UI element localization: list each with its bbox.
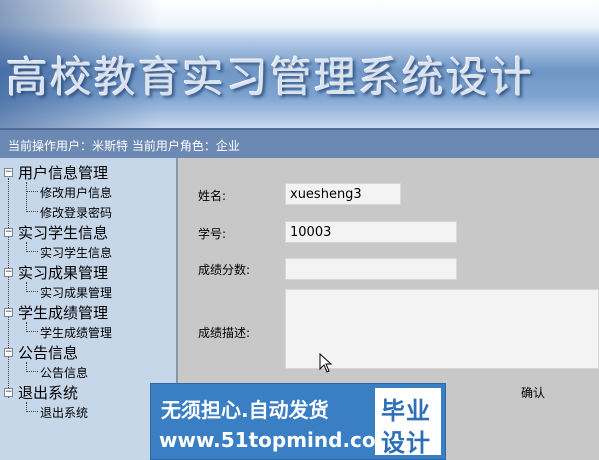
- collapse-toggle-icon[interactable]: −: [4, 168, 13, 177]
- collapse-toggle-icon[interactable]: −: [4, 228, 13, 237]
- tree-branch-line: [26, 371, 38, 372]
- sidebar-group-label[interactable]: 实习成果管理: [18, 262, 108, 283]
- sidebar-item-intern-results[interactable]: 实习成果管理: [40, 284, 112, 301]
- collapse-toggle-icon[interactable]: −: [4, 388, 13, 397]
- tree-branch-line: [26, 291, 38, 292]
- sidebar-item-announcements[interactable]: 公告信息: [40, 364, 88, 381]
- sidebar-item-intern-students[interactable]: 实习学生信息: [40, 244, 112, 261]
- collapse-toggle-icon[interactable]: −: [4, 268, 13, 277]
- watermark-badge-bottom: 设计: [381, 429, 431, 457]
- sidebar-group-label[interactable]: 退出系统: [18, 382, 78, 403]
- sidebar-group-label[interactable]: 学生成绩管理: [18, 302, 108, 323]
- tree-branch-line: [26, 251, 38, 252]
- sidebar-item-logout[interactable]: 退出系统: [40, 404, 88, 421]
- mouse-pointer-icon: [319, 353, 333, 373]
- watermark-ad: 无须担心.自动发货 www.51topmind.com 毕业 设计: [150, 383, 446, 460]
- tree-branch-line: [26, 331, 38, 332]
- collapse-toggle-icon[interactable]: −: [4, 348, 13, 357]
- collapse-toggle-icon[interactable]: −: [4, 308, 13, 317]
- tree-branch-line: [26, 182, 27, 212]
- name-label: 姓名:: [198, 189, 227, 203]
- name-field[interactable]: [285, 183, 401, 205]
- sidebar-group-label[interactable]: 实习学生信息: [18, 222, 108, 243]
- sidebar-item-student-grades[interactable]: 学生成绩管理: [40, 324, 112, 341]
- tree-trunk-line: [8, 178, 9, 398]
- watermark-badge-top: 毕业: [381, 397, 431, 425]
- system-title: 高校教育实习管理系统设计: [6, 53, 535, 102]
- status-bar: 当前操作用户：米斯特 当前用户角色：企业: [0, 128, 599, 158]
- sidebar-group-label[interactable]: 公告信息: [18, 342, 78, 363]
- watermark-badge: 毕业 设计: [375, 388, 441, 457]
- sidebar-item-edit-user-info[interactable]: 修改用户信息: [40, 184, 112, 201]
- tree-branch-line: [26, 411, 38, 412]
- sidebar-group-label[interactable]: 用户信息管理: [18, 162, 108, 183]
- description-label: 成绩描述:: [198, 326, 251, 340]
- tree-branch-line: [26, 191, 38, 192]
- score-label: 成绩分数:: [198, 263, 251, 277]
- watermark-slogan: 无须担心.自动发货: [161, 398, 329, 422]
- student-id-label: 学号:: [198, 227, 227, 241]
- student-id-field[interactable]: [285, 221, 457, 243]
- watermark-url: www.51topmind.com: [159, 428, 397, 452]
- score-field[interactable]: [285, 258, 457, 280]
- header-banner: 高校教育实习管理系统设计: [0, 0, 599, 128]
- sidebar-item-change-password[interactable]: 修改登录密码: [40, 204, 112, 221]
- confirm-button[interactable]: 确认: [521, 384, 545, 401]
- current-user-info: 当前操作用户：米斯特 当前用户角色：企业: [8, 139, 240, 153]
- tree-branch-line: [26, 211, 38, 212]
